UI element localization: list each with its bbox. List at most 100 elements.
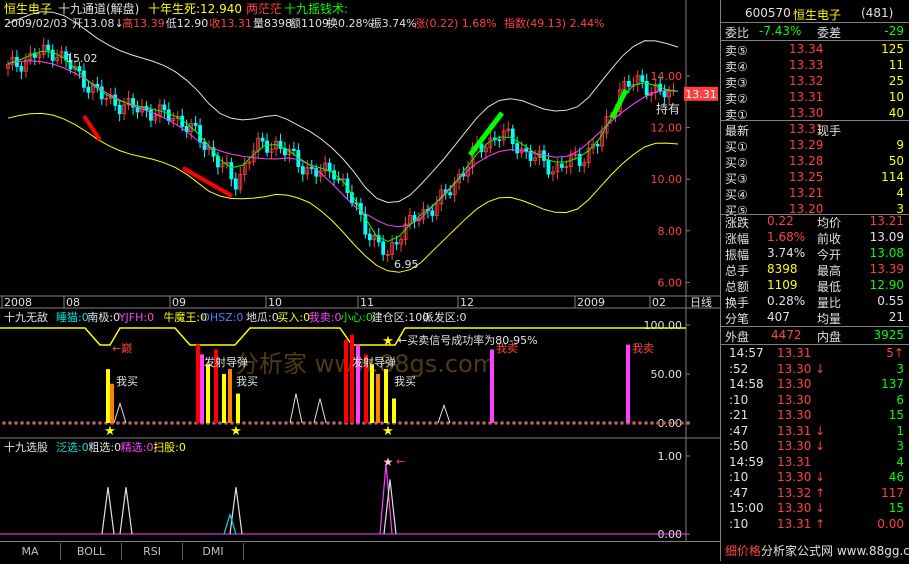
trend-red-1 [82,114,102,142]
baseline-dot [644,421,648,425]
stat-row-4-cell-1: 1109 [767,278,798,292]
stat-row-4-cell-3: 12.90 [869,278,904,292]
baseline-dot [512,421,516,425]
candle-body [166,109,171,121]
baseline-dot [452,421,456,425]
baseline-dot [2,421,6,425]
waipan-row: 外盘 4472 内盘 3925 [721,326,909,344]
baseline-dot [338,421,342,425]
panel1-item-2: YJFH:0 [118,311,154,324]
baseline-dot [332,421,336,425]
panel2-item-0: 泛选:0 [56,441,89,454]
candle-body [291,148,296,151]
candle-body [546,160,551,175]
baseline-dot [518,421,522,425]
baseline-dot [188,421,192,425]
signal-bar-18 [626,344,630,423]
trend-green-2 [609,88,629,120]
candle-body [260,137,265,142]
p2-ylabel-0: 1.00 [658,450,683,463]
tick-row-1-cell-2: 3 [896,361,904,376]
current-price-label: 13.31 [685,88,717,101]
candle-body [86,86,91,93]
baseline-dot [278,421,282,425]
waipan-row-cell-3: 3925 [873,328,904,342]
panel1-item-8: 小心:0 [340,311,373,324]
baseline-dot [296,421,300,425]
sell-row-1-cell-1: 13.33 [789,58,824,72]
sell-row-0-cell-2: 125 [881,42,904,56]
annot-buy-1: 我买 [116,375,138,388]
xlabel-0: 2008 [4,296,32,309]
chart-area[interactable]: 恒生电子 十九通道(解盘) 十年生死:12.940 两茫茫 十九摇钱术: 2009/02/… [0,0,720,561]
tick-row-10-cell-0: 15:00 [729,501,764,515]
panel1-item-9: 建仓区:100 [372,310,430,324]
footer-row: 细价格分析家公式网 www.88gg.com [721,540,909,558]
quote-title-cell-1: 恒生电子 [793,8,842,22]
candle-body [77,66,82,72]
ylabel-3: 8.00 [658,225,683,238]
baseline-dot [458,421,462,425]
baseline-dot [554,421,558,425]
weibi-row: 委比 -7.43% 委差 -29 [721,22,909,40]
panel1-item-4: DHSZ:0 [201,311,243,324]
annot-launch-1: 发射导弹 [204,355,248,369]
baseline-dot [284,421,288,425]
baseline-dot [662,421,666,425]
baseline-dot [134,421,138,425]
buy-row-0-cell-1: 13.29 [789,138,824,152]
select-star: ★ [383,455,394,469]
tab-ma[interactable]: MA [0,543,61,560]
indicator-tabbar: MA BOLL RSI DMI [0,541,720,562]
tick-row-9-cell-2: 117 [881,485,904,500]
tick-row-10-cell-2: 15 [888,501,904,515]
stat-row-0-cell-1: 0.22 [767,214,794,228]
buy-row-3-cell-1: 13.21 [789,186,824,200]
panel1-item-5: 地瓜:0 [246,311,279,324]
signal-bar-8 [236,393,240,423]
header-ind-0: 十年生死:12.940 [148,2,242,16]
baseline-dot [302,421,306,425]
sell-row-4-cell-2: 40 [888,106,904,120]
tick-row-11: :10 13.31 ↑ 0.00 [721,515,909,533]
panel1-item-10: 派发区:0 [423,310,467,324]
tick-row-0-cell-1: 13.31 [777,346,812,360]
baseline-dot [38,421,42,425]
stat-row-3-cell-1: 8398 [767,262,798,276]
tick-row-9-cell-0: :47 [729,485,749,500]
candle-body [626,80,631,87]
panel2-title: 十九选股 [4,440,48,454]
signal-bar-4 [206,364,210,423]
waipan-row-cell-2: 内盘 [817,330,842,344]
tab-boll[interactable]: BOLL [61,543,122,560]
high-annot: 15.02 [66,52,98,65]
xlabel-7: 02 [652,296,666,309]
baseline-dot [152,421,156,425]
sell-row-4-cell-1: 13.30 [789,106,824,120]
baseline-dot [494,421,498,425]
panel1-item-7: 我卖:0 [309,311,342,324]
baseline-dot [590,421,594,425]
kline-chart[interactable]: 恒生电子 十九通道(解盘) 十年生死:12.940 两茫茫 十九摇钱术: 2009/02/… [0,0,720,561]
tab-rsi[interactable]: RSI [122,543,183,560]
baseline-dot [26,421,30,425]
candle-body [448,192,453,196]
p1-ylabel-1: 50.00 [651,368,683,381]
star-marker-2: ★ [382,424,394,439]
panel2-item-2: 精选:0 [121,441,154,454]
candle-body [117,104,122,115]
panel1-item-0: 睡猫:0 [56,311,89,324]
baseline-dot [62,421,66,425]
stat-row-5-cell-3: 0.55 [877,294,904,308]
baseline-dot [8,421,12,425]
tick-row-8-cell-1: 13.30 ↓ [777,470,826,484]
baseline-dot [428,421,432,425]
sell-row-3-cell-1: 13.31 [789,90,824,104]
baseline-dot [50,421,54,425]
tick-row-10-cell-1: 13.30 ↓ [777,501,826,515]
tick-row-5-cell-2: 1 [896,423,904,438]
baseline-dot [668,421,672,425]
annot-sell-2: 我卖 [632,342,654,355]
star-marker-0: ★ [104,424,116,439]
tab-dmi[interactable]: DMI [183,543,244,560]
